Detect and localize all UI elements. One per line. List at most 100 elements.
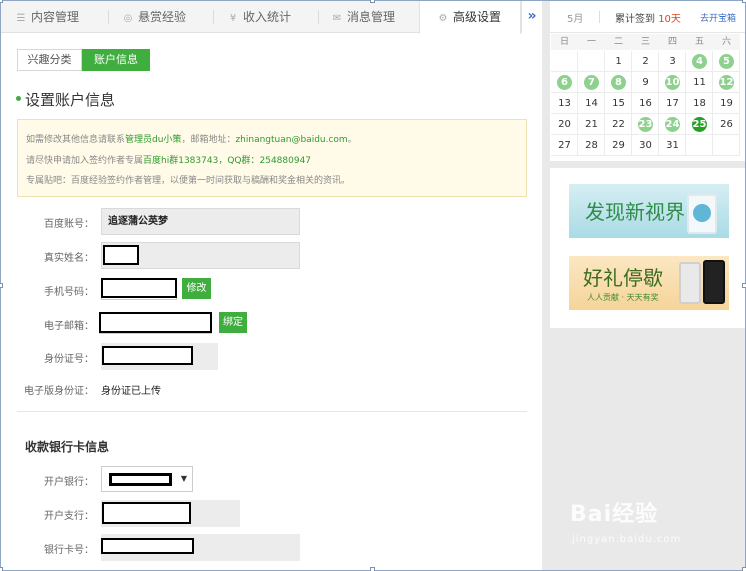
resize-handle [0,0,3,3]
subtab-interest-category[interactable]: 兴趣分类 [17,49,82,71]
header-separator [599,11,600,23]
calendar-day-number: 9 [642,77,649,88]
id-number-label: 身份证号： [44,354,94,365]
calendar-weekday: 日 [551,34,578,50]
tab-advanced-settings[interactable]: ⚙ 高级设置 [419,1,521,34]
calendar-day[interactable]: 6 [551,72,578,93]
dropdown-arrow-icon: ▼ [180,474,187,483]
calendar-day[interactable]: 4 [686,51,713,72]
redaction-box [101,538,194,554]
redaction-box [101,278,177,298]
calendar-weekday: 一 [578,34,605,50]
calendar-day[interactable]: 2 [632,51,659,72]
ad-banner-text: 好礼停歇 [583,266,663,290]
calendar-day[interactable]: 18 [686,93,713,114]
calendar-day[interactable]: 16 [632,93,659,114]
calendar-day[interactable]: 9 [632,72,659,93]
calendar-day-number: 11 [693,77,706,88]
calendar-day[interactable]: 3 [659,51,686,72]
admin-email-link[interactable]: zhinangtuan@baidu.com [235,135,347,145]
calendar-day-number: 21 [585,119,598,130]
resize-handle [742,567,746,571]
bind-email-button[interactable]: 绑定 [219,312,247,333]
main-panel: ☰ 内容管理 ◎ 悬赏经验 ¥ 收入统计 ✉ 消息管理 ⚙ 高级设置 » 兴趣分类 账户信… [1,1,542,570]
calendar-day-number: 26 [720,119,733,130]
calendar-day[interactable]: 29 [605,135,632,156]
gear-icon: ⚙ [438,13,448,24]
calendar-day-number: 30 [639,140,652,151]
calendar-day[interactable]: 28 [578,135,605,156]
calendar-day[interactable]: 26 [713,114,740,135]
hi-group-link[interactable]: 百度hi群1383743 [143,156,218,166]
calendar-day-number: 22 [612,119,625,130]
calendar-day[interactable]: 15 [605,93,632,114]
calendar-day[interactable]: 27 [551,135,578,156]
ad-banner-new-vision[interactable]: 发现新视界 [569,184,729,238]
calendar-day[interactable]: 10 [659,72,686,93]
calendar-day-number: 5 [723,56,730,67]
bank-select[interactable]: ▼ [101,466,193,492]
calendar-day[interactable]: 8 [605,72,632,93]
ad-banner-gifts[interactable]: 好礼停歇 人人贡献 · 天天有奖 [569,256,729,310]
tab-more-button[interactable]: » [521,1,542,33]
calendar-weekday: 三 [632,34,659,50]
watermark-url: jingyan.baidu.com [572,534,682,545]
calendar-day-number: 2 [642,56,649,67]
signin-calendar: 5月 累计签到 10天 去开宝箱 日一二三四五六 1 2 3 4 5 6 7 8 9 10 11 12 1… [550,1,745,161]
resize-handle [0,567,3,571]
calendar-day[interactable]: 22 [605,114,632,135]
calendar-day-number: 16 [639,98,652,109]
calendar-day[interactable]: 1 [605,51,632,72]
admin-link[interactable]: 管理员du小策 [125,135,181,145]
phone-graphic [679,262,701,304]
notice-line-contact: 如需修改其他信息请联系管理员du小策，邮箱地址：zhinangtuan@baid… [26,135,357,145]
ad-banner-subtext: 人人贡献 · 天天有奖 [587,293,659,302]
phone-graphic [703,260,725,304]
resize-handle [0,283,3,288]
calendar-day[interactable]: 17 [659,93,686,114]
redaction-box [102,502,191,524]
ad-panel: 发现新视界 好礼停歇 人人贡献 · 天天有奖 [550,168,745,328]
calendar-day[interactable]: 20 [551,114,578,135]
redaction-box [109,473,172,486]
calendar-day[interactable]: 5 [713,51,740,72]
calendar-day-number: 27 [558,140,571,151]
calendar-day[interactable]: 14 [578,93,605,114]
calendar-day[interactable]: 7 [578,72,605,93]
tab-message-management[interactable]: ✉ 消息管理 [331,1,395,33]
resize-handle [742,0,746,3]
calendar-day-number: 20 [558,119,571,130]
tab-reward-experience[interactable]: ◎ 悬赏经验 [122,1,186,33]
edit-phone-button[interactable]: 修改 [182,278,211,299]
calendar-day[interactable]: 30 [632,135,659,156]
calendar-day[interactable]: 11 [686,72,713,93]
calendar-header: 5月 累计签到 10天 去开宝箱 [550,1,745,33]
tab-separator [108,10,109,24]
calendar-day[interactable]: 25 [686,114,713,135]
tab-income-stats[interactable]: ¥ 收入统计 [227,1,291,33]
calendar-day-number: 28 [585,140,598,151]
branch-label: 开户支行： [44,511,94,522]
notice-box: 如需修改其他信息请联系管理员du小策，邮箱地址：zhinangtuan@baid… [17,119,527,197]
qq-group-link[interactable]: QQ群：254880947 [227,156,311,166]
tab-content-management[interactable]: ☰ 内容管理 [15,1,80,33]
coin-icon: ◎ [123,13,133,24]
calendar-day[interactable]: 24 [659,114,686,135]
subtab-account-info[interactable]: 账户信息 [82,49,150,71]
section-title: 设置账户信息 [25,91,116,109]
calendar-day[interactable]: 31 [659,135,686,156]
calendar-day[interactable]: 13 [551,93,578,114]
redaction-box [102,346,193,365]
card-number-label: 银行卡号： [44,545,94,556]
tab-separator [318,10,319,24]
calendar-day-number: 1 [615,56,622,67]
calendar-weekday: 二 [605,34,632,50]
calendar-day[interactable]: 19 [713,93,740,114]
calendar-day[interactable]: 21 [578,114,605,135]
calendar-day[interactable]: 12 [713,72,740,93]
redaction-box [99,312,212,333]
calendar-day-number: 6 [561,77,568,88]
ad-banner-text: 发现新视界 [585,200,685,224]
open-treasure-link[interactable]: 去开宝箱 [700,11,736,24]
calendar-day[interactable]: 23 [632,114,659,135]
